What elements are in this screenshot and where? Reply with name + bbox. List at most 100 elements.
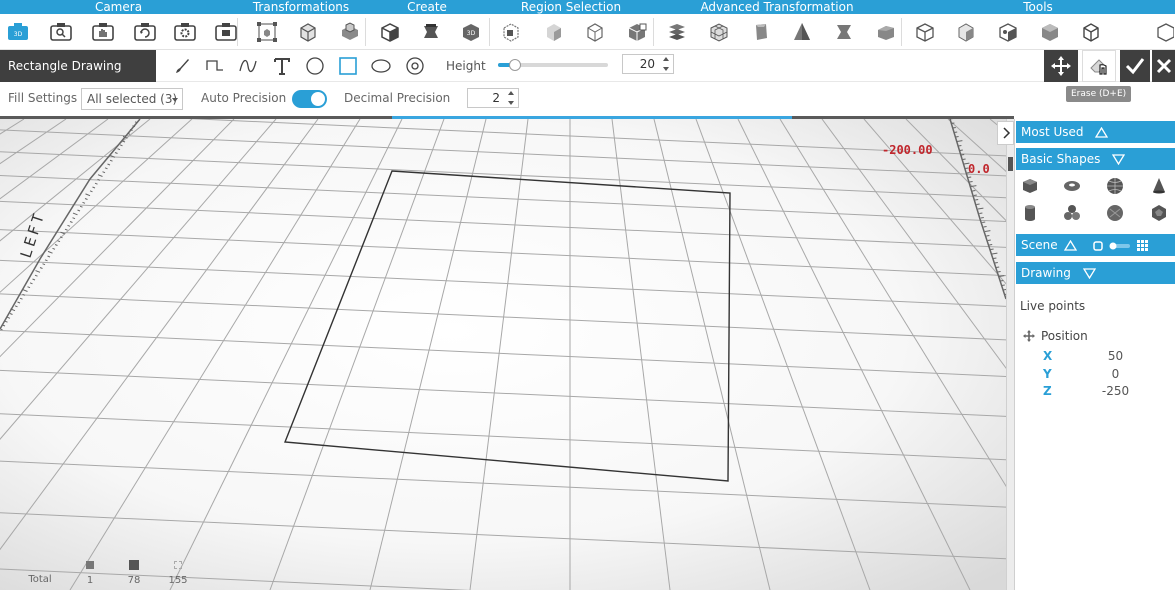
- scene-header[interactable]: Scene: [1016, 234, 1175, 256]
- brush-icon[interactable]: [170, 54, 194, 78]
- text-icon[interactable]: [270, 54, 294, 78]
- region-select-icon[interactable]: [624, 19, 650, 45]
- transform-frame-icon[interactable]: [254, 19, 280, 45]
- position-label: Position: [1041, 329, 1088, 343]
- grid-view-icon[interactable]: [1136, 240, 1148, 251]
- dodecahedron-icon[interactable]: [1148, 202, 1170, 224]
- sphere-icon[interactable]: [1104, 175, 1126, 197]
- menu-advanced-transformation[interactable]: Advanced Transformation: [653, 0, 901, 14]
- viewport-scrollbar[interactable]: [1006, 119, 1014, 590]
- scrollbar-thumb[interactable]: [1008, 157, 1013, 171]
- axis-readout-top: -200.00: [882, 143, 933, 157]
- polyline-icon[interactable]: [203, 54, 227, 78]
- height-stepper[interactable]: 20: [622, 54, 674, 74]
- cube-icon[interactable]: [1019, 175, 1041, 197]
- coord-z-value[interactable]: -250: [1088, 384, 1143, 398]
- coord-x-row: X 50: [1043, 349, 1163, 366]
- ball-icon[interactable]: [1104, 202, 1126, 224]
- fill-settings-select[interactable]: All selected (3): [81, 88, 183, 110]
- tool-more-icon[interactable]: [1150, 19, 1175, 45]
- height-value[interactable]: 20: [640, 55, 655, 73]
- view-toggle-icon[interactable]: [1109, 241, 1131, 251]
- decimal-precision-label: Decimal Precision: [344, 91, 451, 105]
- basic-shapes-header[interactable]: Basic Shapes: [1016, 148, 1175, 170]
- camera-pan-icon[interactable]: [90, 19, 116, 45]
- erase-tooltip: Erase (D+E): [1066, 86, 1132, 102]
- camera-settings-icon[interactable]: [172, 19, 198, 45]
- molecule-icon[interactable]: [1061, 202, 1083, 224]
- tool-cube-icon[interactable]: [912, 19, 938, 45]
- height-stepper-arrows[interactable]: [661, 57, 671, 71]
- transform-box-icon[interactable]: [295, 19, 321, 45]
- region-frame-icon[interactable]: [582, 19, 608, 45]
- tool-box-icon[interactable]: [953, 19, 979, 45]
- axis-readout-right: 0.0: [968, 162, 990, 176]
- menu-create[interactable]: Create: [365, 0, 489, 14]
- circle-icon[interactable]: [303, 54, 327, 78]
- region-face-icon[interactable]: [541, 19, 567, 45]
- ruler-tick: [986, 235, 990, 237]
- create-extrude-icon[interactable]: [418, 19, 444, 45]
- 3d-viewport[interactable]: LEFT -200.00 0.0 Total 1 78 155: [0, 119, 1006, 590]
- viewport-canvas[interactable]: LEFT -200.00 0.0: [0, 119, 1006, 590]
- cancel-button[interactable]: [1152, 50, 1175, 82]
- tool-clip-icon[interactable]: [1078, 19, 1104, 45]
- object-count-value: 1: [86, 575, 94, 586]
- most-used-header[interactable]: Most Used: [1016, 121, 1175, 143]
- ring-icon[interactable]: [403, 54, 427, 78]
- cone-icon[interactable]: [1148, 175, 1170, 197]
- torus-icon[interactable]: [1061, 175, 1083, 197]
- drawing-options-bar: Rectangle Drawing (D+R) Height: [0, 50, 1175, 105]
- menu-region-selection[interactable]: Region Selection: [489, 0, 653, 14]
- transform-shape-icon[interactable]: [337, 19, 363, 45]
- camera-zoom-icon[interactable]: [48, 19, 74, 45]
- rectangle-icon[interactable]: [336, 54, 360, 78]
- ruler-tick: [996, 266, 1000, 268]
- adv-mesh-icon[interactable]: [706, 19, 732, 45]
- decimal-precision-stepper[interactable]: 2: [467, 88, 519, 108]
- curve-icon[interactable]: [236, 54, 260, 78]
- tool-split-icon[interactable]: [995, 19, 1021, 45]
- create-cube-icon[interactable]: [377, 19, 403, 45]
- confirm-button[interactable]: [1120, 50, 1150, 82]
- decimal-stepper-arrows[interactable]: [506, 91, 516, 105]
- adv-slices-icon[interactable]: [664, 19, 690, 45]
- move-button[interactable]: [1044, 50, 1078, 82]
- ruler-tick: [961, 154, 965, 156]
- camera-3d-view-icon[interactable]: 3D: [5, 19, 31, 45]
- height-label: Height: [446, 59, 486, 73]
- single-view-icon[interactable]: [1093, 240, 1103, 251]
- auto-precision-toggle[interactable]: [292, 90, 327, 108]
- menu-transformations[interactable]: Transformations: [237, 0, 365, 14]
- eraser-icon: [1090, 59, 1107, 75]
- move-arrows-icon: [1051, 56, 1071, 76]
- region-cube-icon[interactable]: [498, 19, 524, 45]
- tool-sphere-icon[interactable]: [1037, 19, 1063, 45]
- camera-rotate-icon[interactable]: [132, 19, 158, 45]
- adv-spike-icon[interactable]: [789, 19, 815, 45]
- cylinder-icon[interactable]: [1019, 202, 1041, 224]
- close-icon: [1156, 58, 1171, 74]
- adv-lattice-icon[interactable]: [873, 19, 899, 45]
- height-slider-thumb[interactable]: [508, 59, 521, 71]
- erase-button[interactable]: [1082, 50, 1116, 82]
- adv-bend-icon[interactable]: [831, 19, 857, 45]
- menu-category-bar: Camera Transformations Create Region Sel…: [0, 0, 1175, 14]
- collapse-panel-button[interactable]: [997, 121, 1014, 145]
- drawing-header[interactable]: Drawing: [1016, 262, 1175, 284]
- camera-reset-icon[interactable]: [213, 19, 239, 45]
- toggle-knob: [311, 92, 325, 106]
- ellipse-icon[interactable]: [369, 54, 393, 78]
- coord-x-value[interactable]: 50: [1088, 349, 1143, 363]
- menu-camera[interactable]: Camera: [0, 0, 237, 14]
- height-slider[interactable]: [498, 59, 608, 71]
- ruler-tick: [959, 149, 963, 151]
- checkmark-icon: [1125, 58, 1145, 75]
- coord-y-value[interactable]: 0: [1088, 367, 1143, 381]
- menu-tools[interactable]: Tools: [901, 0, 1175, 14]
- triangle-up-icon: [1064, 239, 1078, 251]
- adv-twist-icon[interactable]: [748, 19, 774, 45]
- create-object-icon[interactable]: 3D: [458, 19, 484, 45]
- decimal-precision-value[interactable]: 2: [492, 89, 500, 107]
- toolbar-separator: [365, 18, 366, 46]
